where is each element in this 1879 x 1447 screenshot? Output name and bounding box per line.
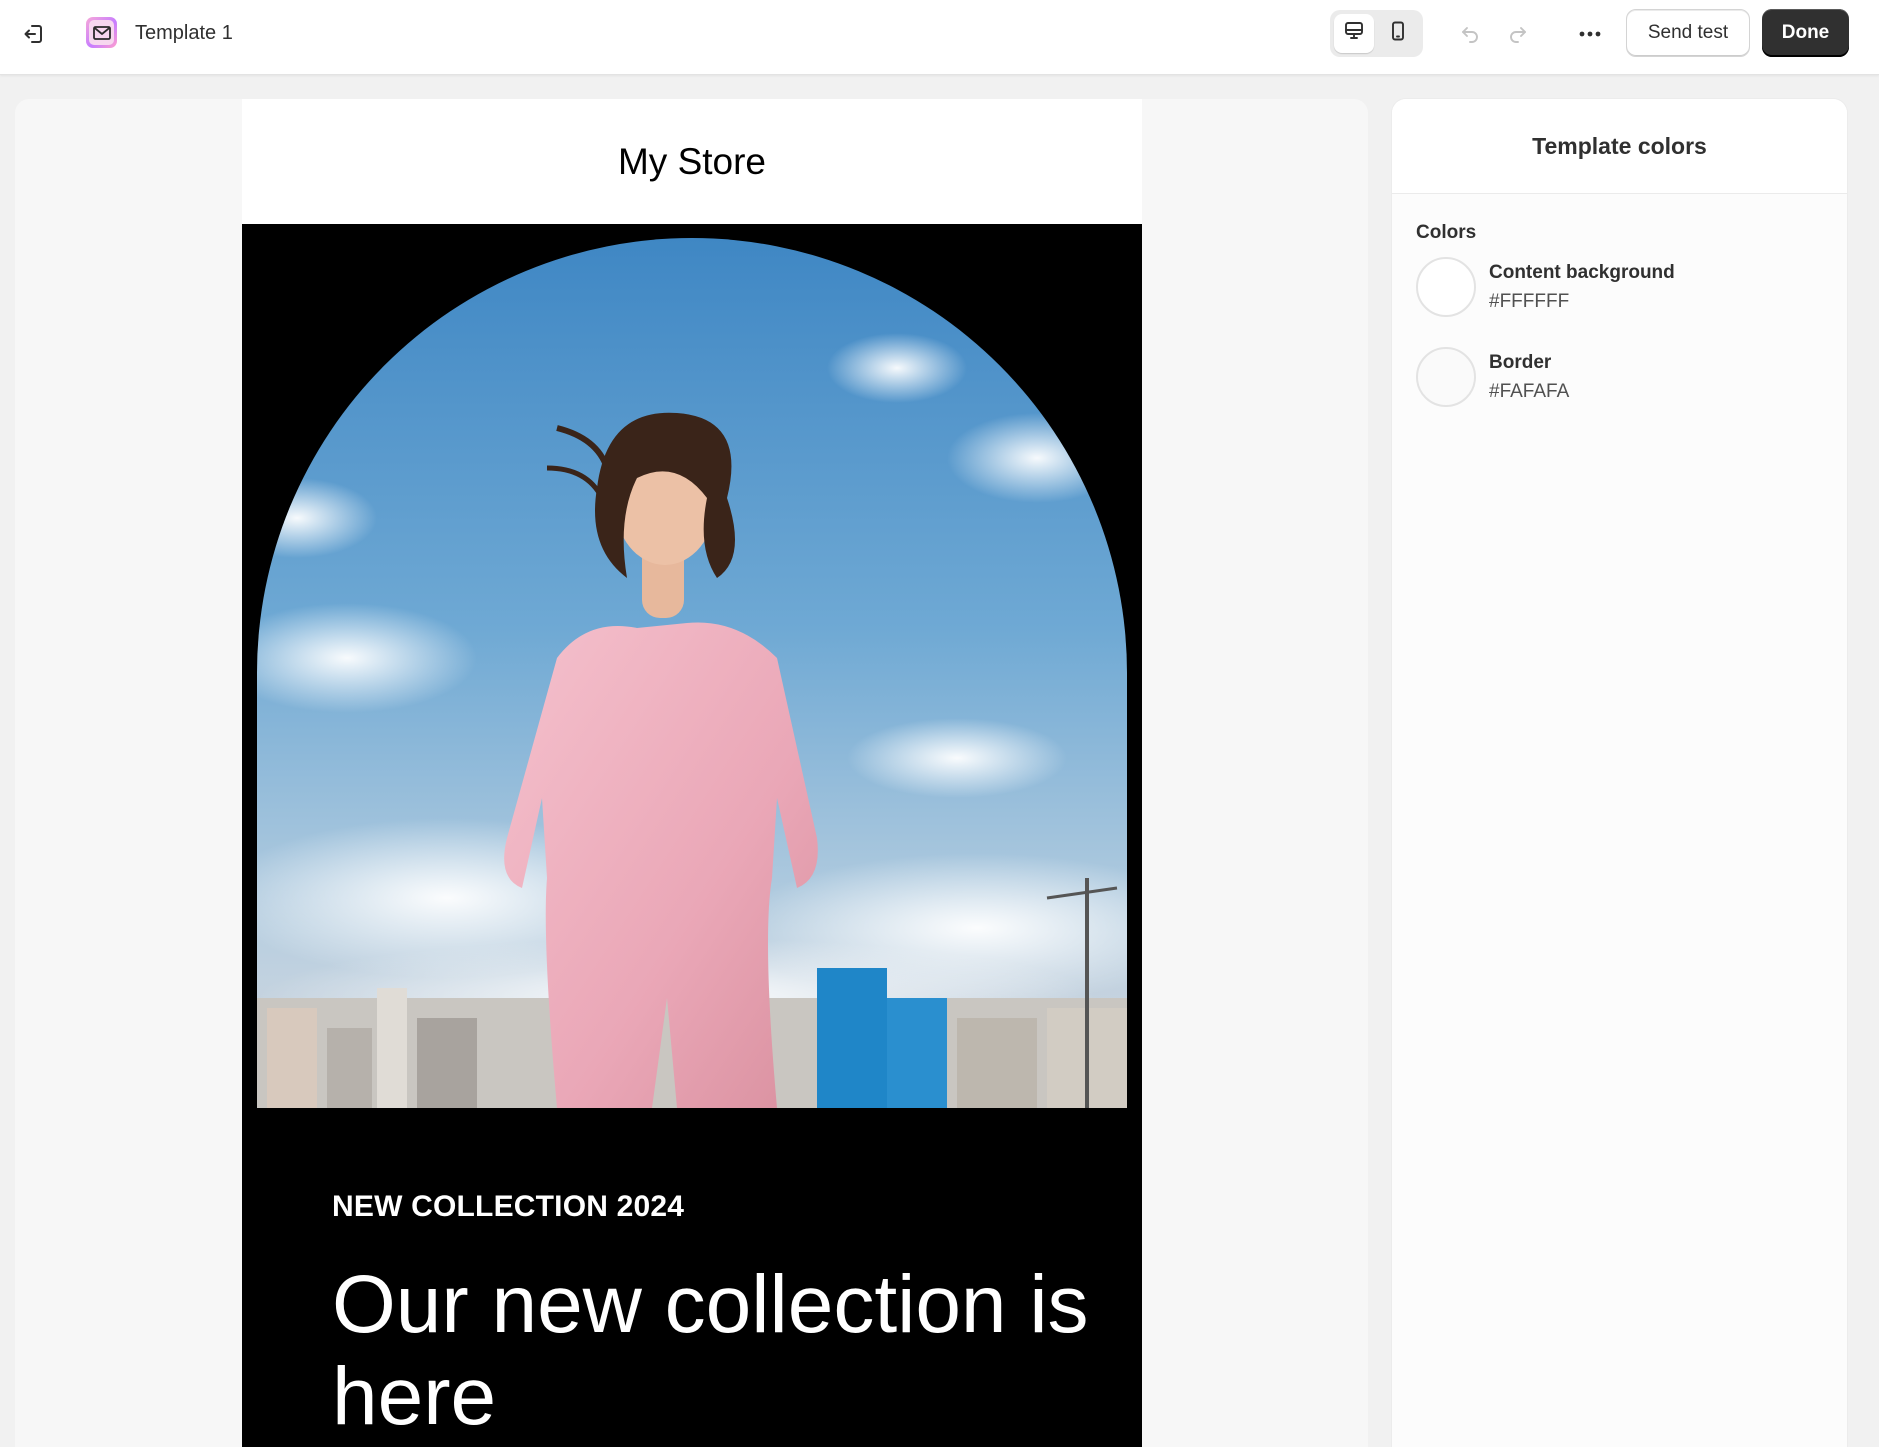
undo-icon (1459, 23, 1481, 50)
color-meta: Content background #FFFFFF (1489, 262, 1675, 313)
email-canvas: My Store NEW COLLECTION 2024 Our new col… (15, 99, 1368, 1447)
view-toggle (1330, 10, 1423, 57)
color-name: Content background (1489, 261, 1675, 283)
color-meta: Border #FAFAFA (1489, 352, 1569, 403)
more-horizontal-icon (1578, 25, 1602, 43)
exit-icon (23, 23, 45, 50)
mobile-icon (1387, 20, 1409, 47)
template-colors-panel: Template colors Colors Content backgroun… (1392, 99, 1847, 1447)
color-hex: #FAFAFA (1489, 380, 1570, 402)
desktop-view-button[interactable] (1334, 14, 1374, 53)
color-swatch[interactable] (1416, 257, 1476, 317)
redo-button[interactable] (1498, 16, 1538, 56)
color-hex: #FFFFFF (1489, 290, 1570, 312)
color-name: Border (1489, 351, 1552, 373)
color-row-border[interactable]: Border #FAFAFA (1416, 346, 1823, 408)
panel-header: Template colors (1392, 99, 1847, 194)
hero-eyebrow: NEW COLLECTION 2024 (332, 1190, 685, 1223)
top-bar: Template 1 Send test Done (0, 0, 1879, 75)
undo-button[interactable] (1450, 16, 1490, 56)
colors-section-label: Colors (1416, 222, 1477, 243)
template-title: Template 1 (135, 22, 233, 44)
send-test-button[interactable]: Send test (1626, 9, 1750, 57)
hero-section[interactable]: NEW COLLECTION 2024 Our new collection i… (242, 224, 1142, 1447)
panel-body: Colors Content background #FFFFFF Border… (1392, 194, 1847, 464)
more-actions-button[interactable] (1570, 14, 1610, 54)
exit-button[interactable] (14, 16, 54, 56)
email-preview: My Store NEW COLLECTION 2024 Our new col… (242, 99, 1142, 1447)
done-button[interactable]: Done (1762, 9, 1849, 57)
email-app-icon (86, 17, 117, 48)
hero-image (257, 238, 1127, 1108)
store-name: My Store (617, 140, 767, 182)
mobile-view-button[interactable] (1378, 14, 1418, 53)
panel-title: Template colors (1532, 132, 1707, 159)
hero-headline: Our new collection is here (332, 1259, 1089, 1442)
color-swatch[interactable] (1416, 347, 1476, 407)
email-header[interactable]: My Store (242, 99, 1142, 224)
redo-icon (1507, 23, 1529, 50)
desktop-icon (1343, 20, 1365, 47)
color-row-content-background[interactable]: Content background #FFFFFF (1416, 256, 1823, 318)
